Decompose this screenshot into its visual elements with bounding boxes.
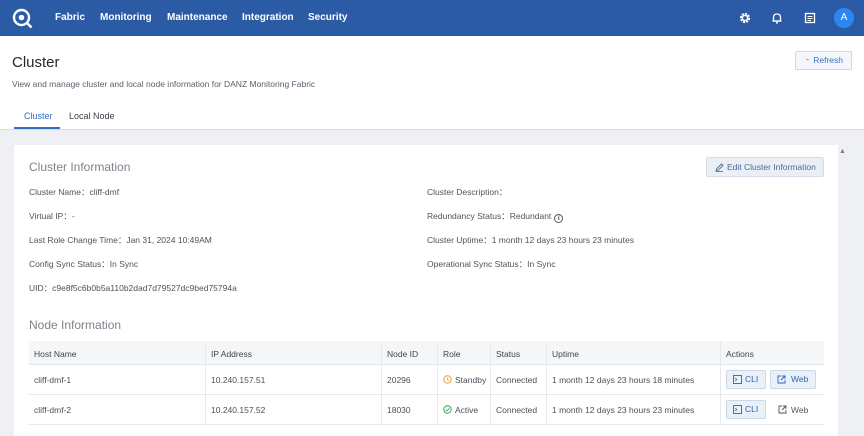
operational-sync-field: Operational Sync Status：In Sync	[427, 258, 556, 270]
status-cell: Connected	[496, 405, 538, 415]
cli-button[interactable]: CLI	[726, 400, 766, 419]
bell-icon[interactable]	[770, 11, 784, 25]
refresh-button[interactable]: ˜ Refresh	[795, 51, 852, 70]
column-host-name: Host Name	[34, 349, 77, 359]
nav-monitoring[interactable]: Monitoring	[100, 12, 152, 23]
cluster-information-heading: Cluster Information	[29, 160, 131, 174]
nav-security[interactable]: Security	[308, 12, 347, 23]
cluster-description-field: Cluster Description：	[427, 186, 507, 198]
virtual-ip-value: -	[71, 211, 75, 221]
operational-sync-label: Operational Sync Status：	[427, 259, 528, 269]
host-name-cell: cliff-dmf-1	[34, 375, 72, 385]
column-status: Status	[496, 349, 521, 359]
last-role-change-label: Last Role Change Time：	[29, 235, 127, 245]
terminal-icon	[733, 375, 742, 384]
check-circle-icon	[443, 405, 452, 414]
external-link-icon	[777, 375, 786, 384]
cluster-name-field: Cluster Name：cliff-dmf	[29, 186, 119, 198]
column-node-id: Node ID	[387, 349, 419, 359]
operational-sync-value: In Sync	[527, 259, 556, 269]
web-label: Web	[791, 405, 809, 415]
terminal-icon	[733, 405, 742, 414]
tab-cluster[interactable]: Cluster	[24, 111, 53, 121]
uid-value: c9e8f5c6b0b5a110b2dad7d79527dc9bed75794a	[52, 283, 237, 293]
config-sync-value: In Sync	[109, 259, 139, 269]
ip-address-cell: 10.240.157.52	[211, 405, 266, 415]
config-sync-label: Config Sync Status：	[29, 259, 110, 269]
nav-integration[interactable]: Integration	[242, 12, 294, 23]
uid-label: UID：	[29, 283, 53, 293]
node-information-heading: Node Information	[29, 318, 122, 332]
role-cell: Standby	[443, 375, 486, 385]
cluster-uptime-field: Cluster Uptime：1 month 12 days 23 hours …	[427, 234, 634, 246]
edit-cluster-information-button[interactable]: Edit Cluster Information	[706, 157, 824, 177]
cluster-name-value: cliff-dmf	[89, 187, 120, 197]
uptime-cell: 1 month 12 days 23 hours 23 minutes	[552, 405, 695, 415]
cluster-uptime-value: 1 month 12 days 23 hours 23 minutes	[491, 235, 634, 245]
node-id-cell: 18030	[387, 405, 411, 415]
role-cell: Active	[443, 405, 478, 415]
web-link[interactable]: Web	[778, 405, 808, 415]
virtual-ip-label: Virtual IP：	[29, 211, 72, 221]
active-tab-indicator	[14, 127, 60, 129]
column-actions: Actions	[726, 349, 754, 359]
scroll-up-icon[interactable]: ▲	[839, 148, 846, 155]
redundancy-status-label: Redundancy Status：	[427, 211, 510, 221]
cluster-name-label: Cluster Name：	[29, 187, 90, 197]
nav-fabric[interactable]: Fabric	[55, 12, 85, 23]
user-avatar[interactable]: A	[834, 8, 854, 28]
page-subtitle: View and manage cluster and local node i…	[12, 79, 316, 89]
column-ip-address: IP Address	[211, 349, 252, 359]
cli-button[interactable]: CLI	[726, 370, 766, 389]
info-icon[interactable]: i	[554, 214, 564, 223]
tab-local-node[interactable]: Local Node	[69, 111, 115, 121]
external-link-icon	[778, 405, 787, 414]
cli-label: CLI	[745, 404, 759, 414]
redundancy-status-value: Redundant	[509, 211, 552, 221]
page-title: Cluster	[12, 54, 60, 71]
host-name-cell: cliff-dmf-2	[34, 405, 72, 415]
edit-cluster-information-label: Edit Cluster Information	[727, 162, 816, 172]
node-id-cell: 20296	[387, 375, 411, 385]
role-value: Standby	[455, 375, 487, 385]
nav-maintenance[interactable]: Maintenance	[167, 12, 228, 23]
cluster-uptime-label: Cluster Uptime：	[427, 235, 492, 245]
column-role: Role	[443, 349, 461, 359]
uid-field: UID：c9e8f5c6b0b5a110b2dad7d79527dc9bed75…	[29, 282, 237, 294]
web-button[interactable]: Web	[770, 370, 816, 389]
redundancy-status-field: Redundancy Status：Redundant i	[427, 210, 564, 223]
top-nav-bar: Fabric Monitoring Maintenance Integratio…	[0, 0, 864, 36]
refresh-label: Refresh	[813, 55, 843, 65]
column-uptime: Uptime	[552, 349, 579, 359]
cluster-description-label: Cluster Description：	[427, 187, 508, 197]
ip-address-cell: 10.240.157.51	[211, 375, 266, 385]
role-value: Active	[455, 405, 479, 415]
last-role-change-value: Jan 31, 2024 10:49AM	[126, 235, 212, 245]
last-role-change-field: Last Role Change Time：Jan 31, 2024 10:49…	[29, 234, 212, 246]
web-label: Web	[791, 374, 809, 384]
table-row: cliff-dmf-1 10.240.157.51 20296 Standby …	[29, 365, 824, 395]
uptime-cell: 1 month 12 days 23 hours 18 minutes	[552, 375, 695, 385]
clock-icon	[443, 375, 452, 384]
gear-icon[interactable]	[738, 11, 752, 25]
status-cell: Connected	[496, 375, 538, 385]
refresh-icon: ˜	[806, 58, 809, 67]
table-row: cliff-dmf-2 10.240.157.52 18030 Active C…	[29, 395, 824, 425]
node-table-header: Host Name IP Address Node ID Role Status…	[29, 341, 824, 365]
pencil-icon	[715, 163, 724, 172]
config-sync-field: Config Sync Status：In Sync	[29, 258, 138, 270]
cli-label: CLI	[745, 374, 759, 384]
virtual-ip-field: Virtual IP：-	[29, 210, 75, 222]
document-icon[interactable]	[803, 11, 817, 25]
app-logo-icon[interactable]	[12, 8, 33, 29]
